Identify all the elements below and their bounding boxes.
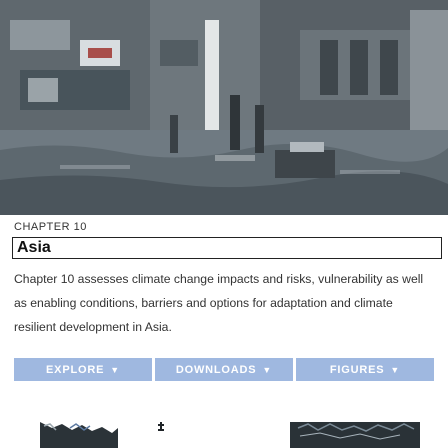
chapter-number: CHAPTER 10 (14, 221, 87, 233)
hero-image (0, 0, 448, 215)
figures-button[interactable]: FIGURES ▼ (296, 358, 434, 381)
chapter-description: Chapter 10 assesses climate change impac… (14, 272, 424, 334)
action-buttons: EXPLORE ▼ DOWNLOADS ▼ FIGURES ▼ (14, 358, 434, 381)
chevron-down-icon: ▼ (110, 364, 120, 375)
figures-button-label: FIGURES (329, 363, 385, 376)
chapter-title-text: Asia (17, 239, 51, 256)
chapter-title[interactable]: Asia (12, 237, 442, 259)
next-section-image (0, 400, 448, 448)
flooded-street-photo (0, 0, 448, 215)
downloads-button[interactable]: DOWNLOADS ▼ (155, 358, 293, 381)
explore-button-label: EXPLORE (46, 363, 105, 376)
artwork-strip (40, 422, 420, 448)
chevron-down-icon: ▼ (390, 364, 401, 375)
explore-button[interactable]: EXPLORE ▼ (14, 358, 152, 381)
chevron-down-icon: ▼ (262, 364, 273, 375)
downloads-button-label: DOWNLOADS (175, 363, 257, 376)
